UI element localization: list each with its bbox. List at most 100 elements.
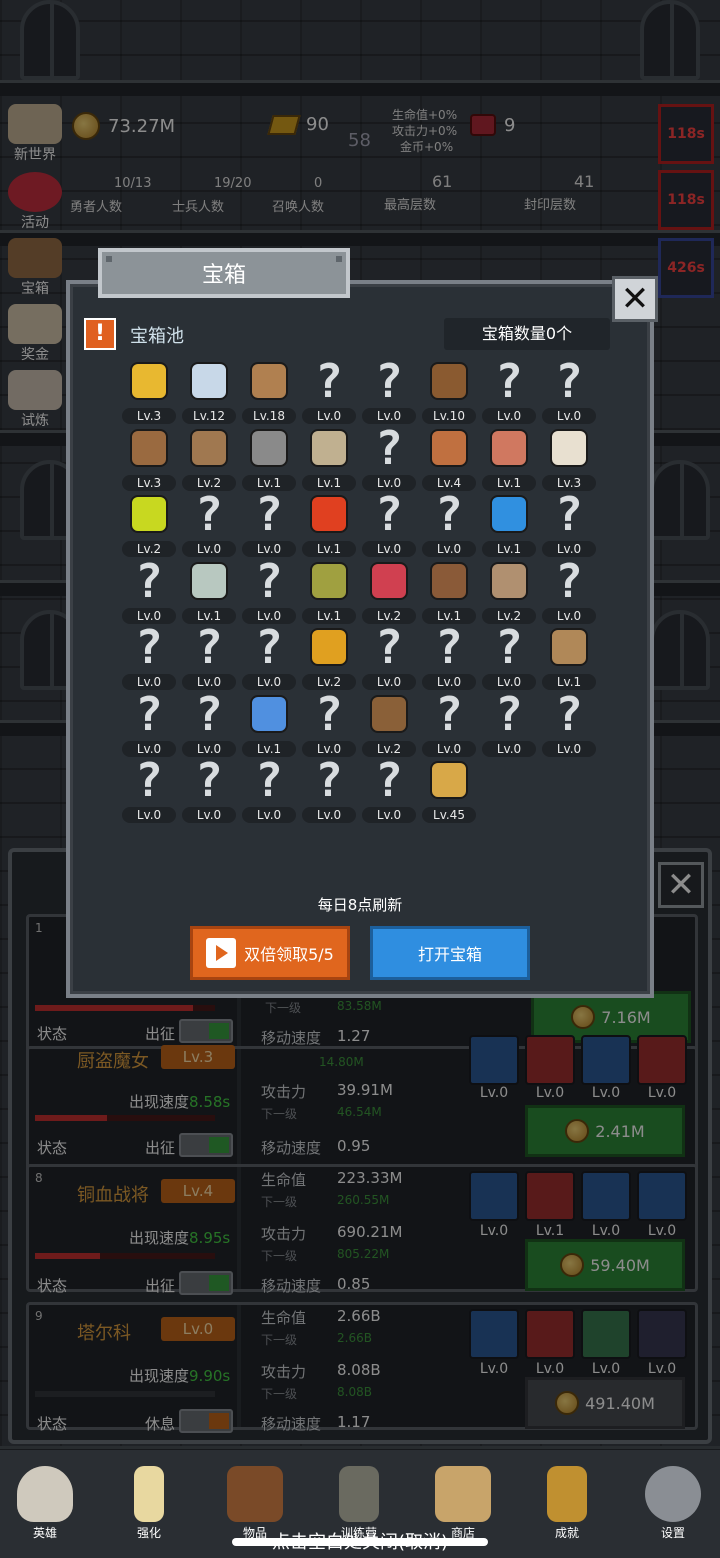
pool-item[interactable]: Lv.3 [118, 360, 178, 426]
pool-item[interactable]: ? Lv.0 [538, 491, 598, 559]
pool-item[interactable]: Lv.1 [478, 427, 538, 493]
item-level: Lv.0 [482, 740, 536, 757]
pool-item[interactable]: ? Lv.0 [358, 487, 418, 559]
pool-item[interactable]: Lv.4 [418, 427, 478, 493]
item-level: Lv.12 [182, 408, 236, 424]
pool-item[interactable]: Lv.1 [178, 560, 238, 626]
beer-icon [428, 759, 470, 801]
pool-item[interactable]: Lv.2 [178, 427, 238, 493]
unknown-item-icon: ? [435, 686, 463, 741]
item-level: Lv.0 [182, 807, 236, 823]
pool-item[interactable]: Lv.45 [418, 759, 478, 825]
pool-item[interactable]: ? Lv.0 [358, 420, 418, 493]
pool-item[interactable]: Lv.1 [418, 560, 478, 626]
pool-item[interactable]: ? Lv.0 [478, 691, 538, 759]
lantern-icon [339, 1466, 379, 1522]
pool-item[interactable]: Lv.1 [478, 493, 538, 559]
unknown-item-icon: ? [435, 487, 463, 541]
unknown-item-icon: ? [435, 620, 463, 674]
item-level: Lv.1 [482, 474, 536, 491]
unknown-item-icon: ? [195, 753, 223, 807]
pool-item[interactable]: ? Lv.0 [118, 757, 178, 825]
double-claim-button[interactable]: 双倍领取5/5 [190, 926, 350, 980]
pool-item[interactable]: ? Lv.0 [478, 620, 538, 692]
dialog-close-button[interactable]: ✕ [612, 276, 658, 322]
item-level: Lv.1 [302, 607, 356, 624]
pool-item[interactable]: ? Lv.0 [418, 686, 478, 759]
pool-item[interactable]: Lv.2 [358, 560, 418, 626]
unknown-item-icon: ? [375, 753, 403, 807]
unknown-item-icon: ? [375, 487, 403, 541]
unknown-item-icon: ? [375, 420, 403, 475]
pool-item[interactable]: ? Lv.0 [178, 624, 238, 692]
pool-item[interactable]: ? Lv.0 [298, 691, 358, 759]
unknown-item-icon: ? [255, 487, 283, 541]
pool-item[interactable]: ? Lv.0 [538, 354, 598, 426]
open-chest-button[interactable]: 打开宝箱 [370, 926, 530, 980]
beer-icon [435, 1466, 491, 1522]
crown-icon [128, 360, 170, 402]
pool-item[interactable]: Lv.1 [238, 693, 298, 759]
pool-item[interactable]: Lv.18 [238, 360, 298, 426]
home-indicator [232, 1538, 488, 1546]
pool-item[interactable]: ? Lv.0 [238, 558, 298, 626]
pool-item[interactable]: ? Lv.0 [118, 624, 178, 692]
pool-item[interactable]: Lv.2 [478, 560, 538, 626]
unknown-item-icon: ? [315, 354, 343, 408]
pool-item[interactable]: ? Lv.0 [358, 354, 418, 426]
pool-item[interactable]: ? Lv.0 [418, 620, 478, 692]
ham-icon [428, 427, 470, 469]
pool-item[interactable]: Lv.1 [298, 493, 358, 559]
item-level: Lv.3 [122, 474, 176, 491]
gear-icon [645, 1466, 701, 1522]
unknown-item-icon: ? [255, 753, 283, 807]
item-level: Lv.0 [542, 607, 596, 624]
unknown-item-icon: ? [555, 354, 583, 408]
pool-item[interactable]: ? Lv.0 [298, 354, 358, 426]
pool-item[interactable]: ? Lv.0 [358, 753, 418, 825]
pool-item[interactable]: ? Lv.0 [178, 753, 238, 825]
pool-item[interactable]: ? Lv.0 [478, 358, 538, 426]
item-level: Lv.0 [362, 541, 416, 557]
pool-item[interactable]: ? Lv.0 [178, 491, 238, 559]
unknown-item-icon: ? [495, 620, 523, 674]
pool-item[interactable]: ? Lv.0 [538, 691, 598, 759]
pool-title: 宝箱池 [130, 326, 184, 347]
olive-bottle-icon [308, 560, 350, 602]
pool-item[interactable]: Lv.2 [118, 493, 178, 559]
unknown-item-icon: ? [375, 354, 403, 408]
yellow-potion-icon [128, 493, 170, 535]
pool-item[interactable]: ? Lv.0 [238, 487, 298, 559]
item-level: Lv.0 [422, 740, 476, 757]
pool-item[interactable]: ? Lv.0 [238, 753, 298, 825]
key-icon [547, 1466, 587, 1522]
diamond-icon [188, 360, 230, 402]
pool-item[interactable]: Lv.2 [358, 693, 418, 759]
pool-item[interactable]: Lv.3 [538, 427, 598, 493]
pool-item[interactable]: ? Lv.0 [418, 487, 478, 559]
pool-item[interactable]: ? Lv.0 [178, 691, 238, 759]
pool-item[interactable]: Lv.3 [118, 427, 178, 493]
pool-item[interactable]: ? Lv.0 [358, 624, 418, 692]
refresh-note: 每日8点刷新 [317, 896, 403, 914]
pool-item[interactable]: Lv.10 [418, 360, 478, 426]
pool-item[interactable]: ? Lv.0 [538, 558, 598, 626]
pool-item[interactable]: Lv.1 [238, 427, 298, 493]
item-level: Lv.0 [542, 740, 596, 757]
pool-item[interactable]: ? Lv.0 [298, 753, 358, 825]
unknown-item-icon: ? [315, 753, 343, 807]
pool-item[interactable]: Lv.1 [298, 427, 358, 493]
shoe-icon [488, 560, 530, 602]
pool-item[interactable]: Lv.12 [178, 360, 238, 426]
pool-item[interactable]: Lv.2 [298, 626, 358, 692]
pool-item[interactable]: Lv.1 [298, 560, 358, 626]
item-level: Lv.0 [242, 807, 296, 823]
item-level: Lv.45 [422, 807, 476, 823]
backpack-icon [368, 693, 410, 735]
pool-item[interactable]: Lv.1 [538, 626, 598, 692]
empty-bottle-icon [188, 560, 230, 602]
pool-item[interactable]: ? Lv.0 [118, 686, 178, 759]
pool-item[interactable]: ? Lv.0 [238, 624, 298, 692]
unknown-item-icon: ? [135, 686, 163, 741]
pool-item[interactable]: ? Lv.0 [118, 558, 178, 626]
